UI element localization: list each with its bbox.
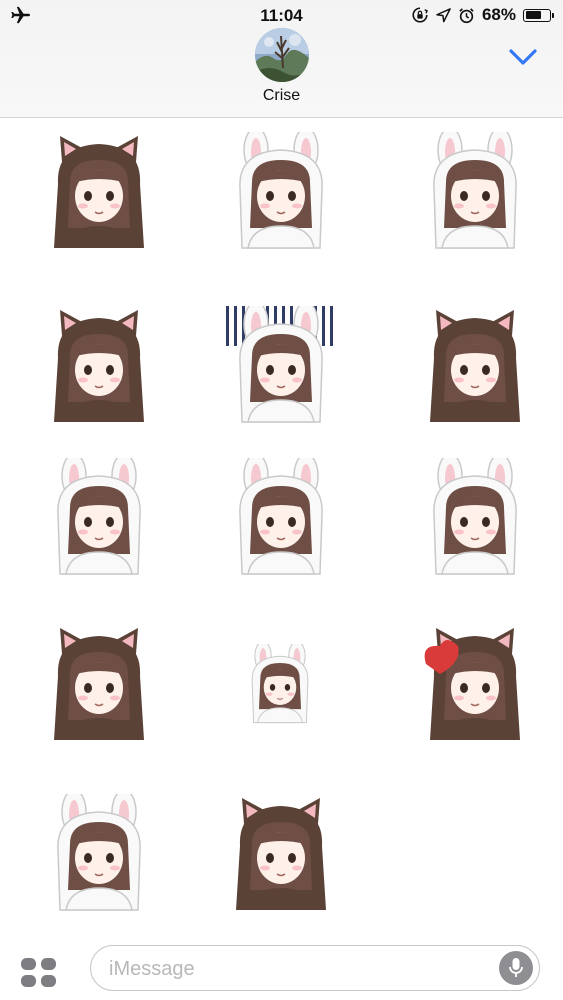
- sticker-bunny-hood-girl-covering-face[interactable]: [40, 458, 158, 576]
- sticker-cat-hood-girl-shocked[interactable]: [40, 306, 158, 424]
- location-icon: [436, 7, 451, 22]
- contact-name[interactable]: Crise: [0, 87, 563, 105]
- chevron-down-icon[interactable]: [505, 42, 541, 72]
- sticker-bunny-hood-girl-hands-on-cheeks[interactable]: [416, 132, 534, 250]
- message-input[interactable]: iMessage: [90, 945, 540, 991]
- sticker-cat-hood-girl-brushing-teeth[interactable]: [40, 624, 158, 742]
- microphone-icon[interactable]: [499, 951, 533, 985]
- battery-icon: [523, 8, 554, 22]
- sticker-cat-hood-girl-on-phone[interactable]: [416, 306, 534, 424]
- sticker-cat-hood-girl-winking-thumbs-up[interactable]: [222, 794, 340, 912]
- app-drawer-icon[interactable]: [20, 957, 58, 989]
- rotation-lock-icon: [412, 7, 428, 23]
- sticker-bunny-hood-girl-crying[interactable]: [222, 458, 340, 576]
- alarm-icon: [459, 7, 474, 23]
- message-placeholder: iMessage: [109, 958, 195, 980]
- battery-percent: 68%: [481, 5, 516, 24]
- contact-avatar[interactable]: [255, 28, 309, 82]
- sticker-bunny-hood-girl-winking-thumbs-up[interactable]: [40, 794, 158, 912]
- compose-bar: iMessage: [0, 930, 563, 1000]
- sticker-bunny-hood-girl-gloomy[interactable]: [222, 306, 340, 424]
- sticker-bunny-hood-girl-tiny-jumping[interactable]: [240, 644, 320, 724]
- status-right-icons: 68%: [411, 5, 554, 25]
- status-bar: 11:04 68%: [0, 0, 563, 30]
- sticker-cat-hood-girl-thumbs-up-heart[interactable]: [416, 624, 534, 742]
- sticker-bunny-hood-girl-with-carrot[interactable]: [222, 132, 340, 250]
- sticker-bunny-hood-girl-brushing-teeth[interactable]: [416, 458, 534, 576]
- message-header: 11:04 68% Crise: [0, 0, 563, 118]
- sticker-grid: [0, 118, 563, 930]
- sticker-cat-hood-girl-holding-paper[interactable]: [40, 132, 158, 250]
